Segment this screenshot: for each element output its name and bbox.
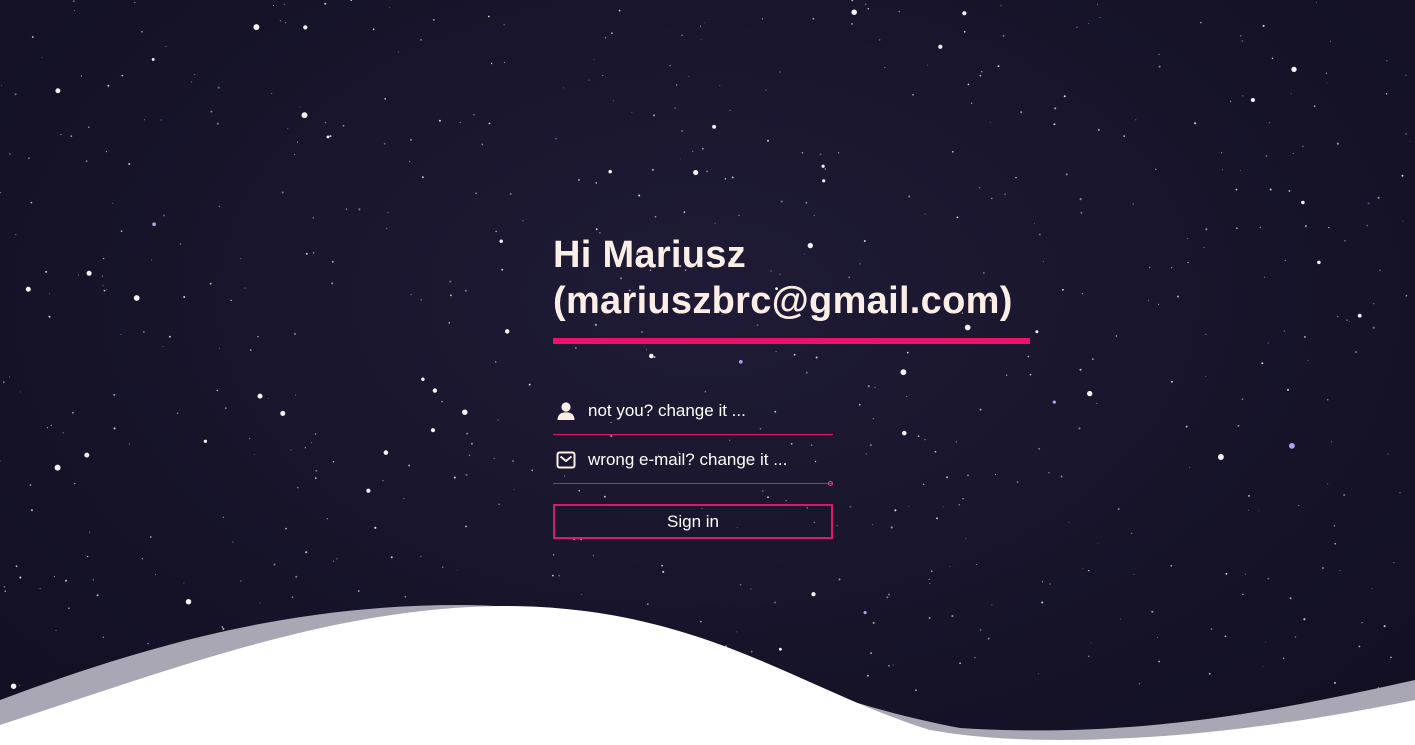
login-form: Sign in <box>553 396 833 539</box>
greeting-email: (mariuszbrc@gmail.com) <box>553 280 1013 322</box>
email-input[interactable] <box>588 445 828 475</box>
login-panel: Hi Mariusz (mariuszbrc@gmail.com) Sign i… <box>553 232 1033 539</box>
user-icon <box>557 402 575 420</box>
field-resize-handle <box>828 481 833 486</box>
name-field <box>553 396 833 435</box>
sign-in-button[interactable]: Sign in <box>553 504 833 539</box>
name-input[interactable] <box>588 396 828 426</box>
email-field <box>553 445 833 486</box>
greeting-heading: Hi Mariusz (mariuszbrc@gmail.com) <box>553 232 1033 324</box>
greeting-name: Hi Mariusz <box>553 234 747 276</box>
heading-underline <box>553 338 1030 344</box>
envelope-icon <box>556 451 576 469</box>
